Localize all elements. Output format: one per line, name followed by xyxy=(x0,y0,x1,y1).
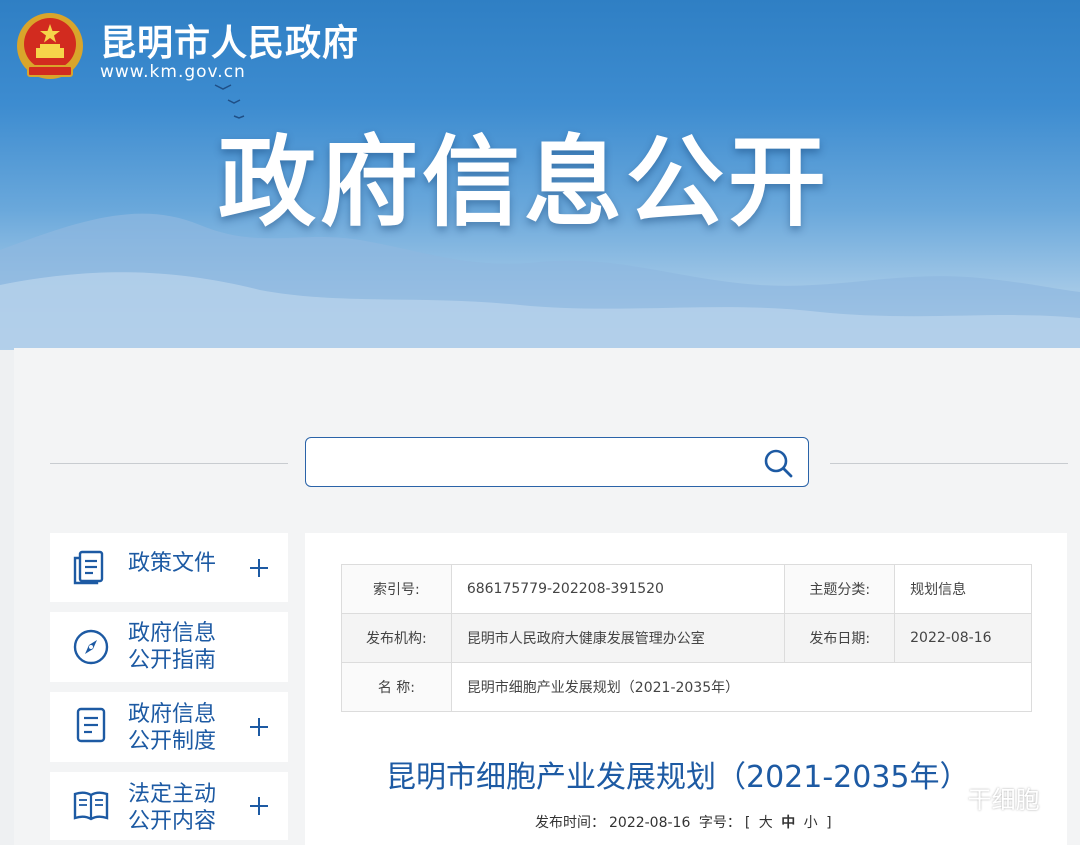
sidebar-item-label-line1: 政府信息 xyxy=(128,702,217,727)
name-label: 名 称: xyxy=(341,662,452,712)
compass-icon xyxy=(73,629,109,665)
site-name[interactable]: 昆明市人民政府 xyxy=(100,14,359,66)
publish-date: 2022-08-16 xyxy=(609,815,691,831)
plus-icon[interactable] xyxy=(248,557,270,579)
metadata-table: 索引号: 686175779-202208-391520 主题分类: 规划信息 … xyxy=(341,564,1033,712)
date-value: 2022-08-16 xyxy=(894,613,1032,663)
org-value: 昆明市人民政府大健康发展管理办公室 xyxy=(450,613,786,663)
date-label: 发布日期: xyxy=(784,613,896,663)
header-banner: 昆明市人民政府 www.km.gov.cn 政府信息公开 xyxy=(0,0,1080,350)
font-size-small-button[interactable]: 小 xyxy=(804,815,818,831)
plus-icon[interactable] xyxy=(248,795,270,817)
sidebar-item-disclosure-guide[interactable]: 政府信息 公开指南 xyxy=(50,612,288,682)
publish-info: 发布时间： 2022-08-16 字号：[ 大 中 小 ] xyxy=(533,812,834,832)
list-document-icon xyxy=(76,707,106,743)
sidebar-item-policy-documents[interactable]: 政策文件 xyxy=(50,533,288,602)
index-label: 索引号: xyxy=(341,564,452,614)
watermark: 干细胞 xyxy=(932,780,1040,815)
table-row: 索引号: 686175779-202208-391520 主题分类: 规划信息 xyxy=(341,564,1032,614)
plus-icon[interactable] xyxy=(248,716,270,738)
search-box xyxy=(305,437,809,487)
topic-label: 主题分类: xyxy=(784,564,896,614)
bracket-open: [ xyxy=(744,815,751,831)
table-row: 名 称: 昆明市细胞产业发展规划（2021-2035年） xyxy=(341,662,1033,712)
sidebar-item-disclosure-system[interactable]: 政府信息 公开制度 xyxy=(50,692,288,762)
fontsize-label: 字号： xyxy=(698,815,741,831)
sidebar-item-label-line1: 政府信息 xyxy=(128,621,217,646)
divider-right xyxy=(830,463,1068,464)
banner-title: 政府信息公开 xyxy=(218,126,831,240)
book-icon xyxy=(73,791,109,821)
org-label: 发布机构: xyxy=(341,613,452,663)
site-url[interactable]: www.km.gov.cn xyxy=(100,62,246,82)
document-icon xyxy=(73,550,104,585)
name-value: 昆明市细胞产业发展规划（2021-2035年） xyxy=(450,662,1033,712)
font-size-large-button[interactable]: 大 xyxy=(759,815,773,831)
divider-left xyxy=(50,463,288,464)
publish-label: 发布时间： xyxy=(535,815,605,831)
topic-value: 规划信息 xyxy=(894,564,1032,614)
sidebar-item-label-line2: 公开指南 xyxy=(128,648,217,673)
wechat-icon xyxy=(932,788,960,810)
national-emblem-icon xyxy=(17,13,83,79)
sidebar-item-label: 政策文件 xyxy=(128,551,217,576)
bracket-close: ] xyxy=(826,815,832,831)
index-value: 686175779-202208-391520 xyxy=(450,564,786,614)
font-size-medium-button[interactable]: 中 xyxy=(781,815,795,831)
sidebar-item-statutory-content[interactable]: 法定主动 公开内容 xyxy=(50,772,288,840)
search-icon[interactable] xyxy=(762,447,794,479)
sidebar-item-label-line1: 法定主动 xyxy=(128,782,217,807)
sidebar-item-label-line2: 公开内容 xyxy=(128,809,217,834)
sidebar-item-label-line2: 公开制度 xyxy=(128,729,217,754)
table-row: 发布机构: 昆明市人民政府大健康发展管理办公室 发布日期: 2022-08-16 xyxy=(341,613,1032,663)
search-input[interactable] xyxy=(316,446,750,480)
watermark-text: 干细胞 xyxy=(967,786,1040,814)
